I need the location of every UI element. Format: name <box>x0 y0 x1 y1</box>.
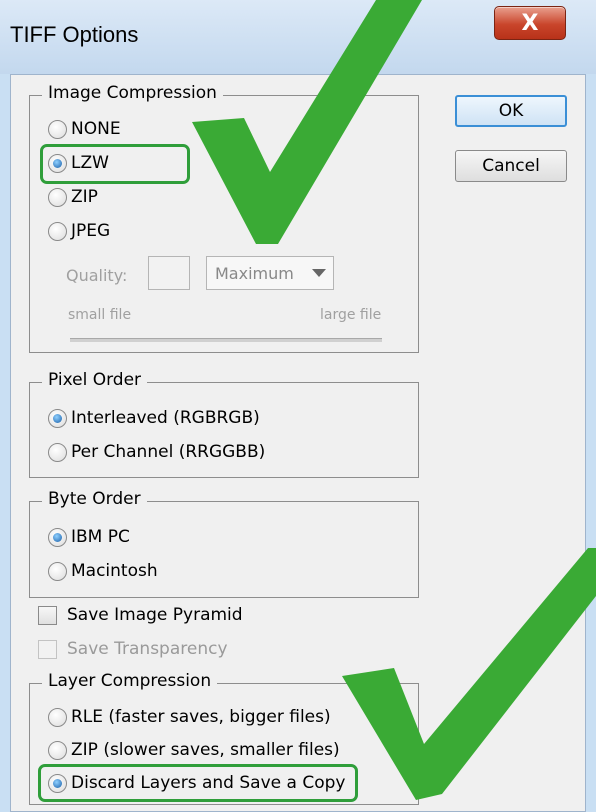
large-file-label: large file <box>320 307 382 323</box>
radio-button[interactable] <box>48 561 67 581</box>
option-label: JPEG <box>71 221 111 241</box>
image-compression-legend: Image Compression <box>42 83 223 103</box>
byte-order-group: Byte Order IBM PC Macintosh <box>29 489 419 598</box>
radio-button[interactable] <box>48 187 67 207</box>
small-file-label: small file <box>68 307 132 323</box>
option-label: RLE (faster saves, bigger files) <box>71 707 331 727</box>
radio-button[interactable] <box>48 442 67 462</box>
option-label: IBM PC <box>71 527 130 547</box>
tiff-options-dialog: TIFF Options X OK Cancel Image Compressi… <box>0 0 596 812</box>
radio-button[interactable] <box>48 707 67 727</box>
radio-button[interactable] <box>48 119 67 139</box>
pixel-order-option-interleaved[interactable]: Interleaved (RGBRGB) <box>48 408 260 428</box>
option-label: Per Channel (RRGGBB) <box>71 442 266 462</box>
dropdown-arrow-icon <box>312 269 326 277</box>
ok-button[interactable]: OK <box>455 95 567 127</box>
layer-compression-legend: Layer Compression <box>42 671 218 691</box>
radio-button[interactable] <box>48 740 67 760</box>
byte-order-option-ibm-pc[interactable]: IBM PC <box>48 527 130 547</box>
option-label: NONE <box>71 119 121 139</box>
save-image-pyramid-label: Save Image Pyramid <box>67 605 243 625</box>
pixel-order-group: Pixel Order Interleaved (RGBRGB) Per Cha… <box>29 370 419 478</box>
byte-order-legend: Byte Order <box>42 489 147 509</box>
close-button[interactable]: X <box>494 6 566 40</box>
layer-option-rle[interactable]: RLE (faster saves, bigger files) <box>48 707 331 727</box>
radio-button[interactable] <box>48 221 67 241</box>
pixel-order-option-per-channel[interactable]: Per Channel (RRGGBB) <box>48 442 265 462</box>
layer-option-zip[interactable]: ZIP (slower saves, smaller files) <box>48 740 340 760</box>
quality-select[interactable]: Maximum <box>206 256 334 290</box>
option-label: Interleaved (RGBRGB) <box>71 408 260 428</box>
discard-layers-highlight <box>38 764 358 802</box>
option-label: Macintosh <box>71 561 158 581</box>
compression-option-none[interactable]: NONE <box>48 119 121 139</box>
radio-button-selected[interactable] <box>48 527 67 547</box>
quality-select-value: Maximum <box>215 263 294 283</box>
dialog-body: OK Cancel Image Compression NONE LZW ZIP… <box>10 74 586 812</box>
close-icon: X <box>521 10 539 36</box>
lzw-highlight <box>40 144 190 184</box>
quality-input[interactable] <box>148 256 190 290</box>
save-transparency-checkbox-row: Save Transparency <box>38 639 228 659</box>
save-image-pyramid-checkbox-row[interactable]: Save Image Pyramid <box>38 605 243 625</box>
compression-option-zip[interactable]: ZIP <box>48 187 98 207</box>
dialog-title: TIFF Options <box>10 22 139 47</box>
save-transparency-label: Save Transparency <box>67 639 228 659</box>
pixel-order-legend: Pixel Order <box>42 370 148 390</box>
save-image-pyramid-checkbox[interactable] <box>38 605 57 625</box>
radio-button-selected[interactable] <box>48 408 67 428</box>
byte-order-option-macintosh[interactable]: Macintosh <box>48 561 158 581</box>
option-label: ZIP <box>71 187 98 207</box>
quality-slider[interactable] <box>70 338 382 342</box>
quality-label: Quality: <box>66 266 128 285</box>
image-compression-group: Image Compression NONE LZW ZIP JPEG Qual… <box>29 83 419 353</box>
cancel-button[interactable]: Cancel <box>455 150 567 182</box>
option-label: ZIP (slower saves, smaller files) <box>71 740 340 760</box>
title-bar[interactable]: TIFF Options X <box>0 0 596 74</box>
layer-compression-group: Layer Compression RLE (faster saves, big… <box>29 671 419 805</box>
compression-option-jpeg[interactable]: JPEG <box>48 221 110 241</box>
save-transparency-checkbox <box>38 639 57 659</box>
